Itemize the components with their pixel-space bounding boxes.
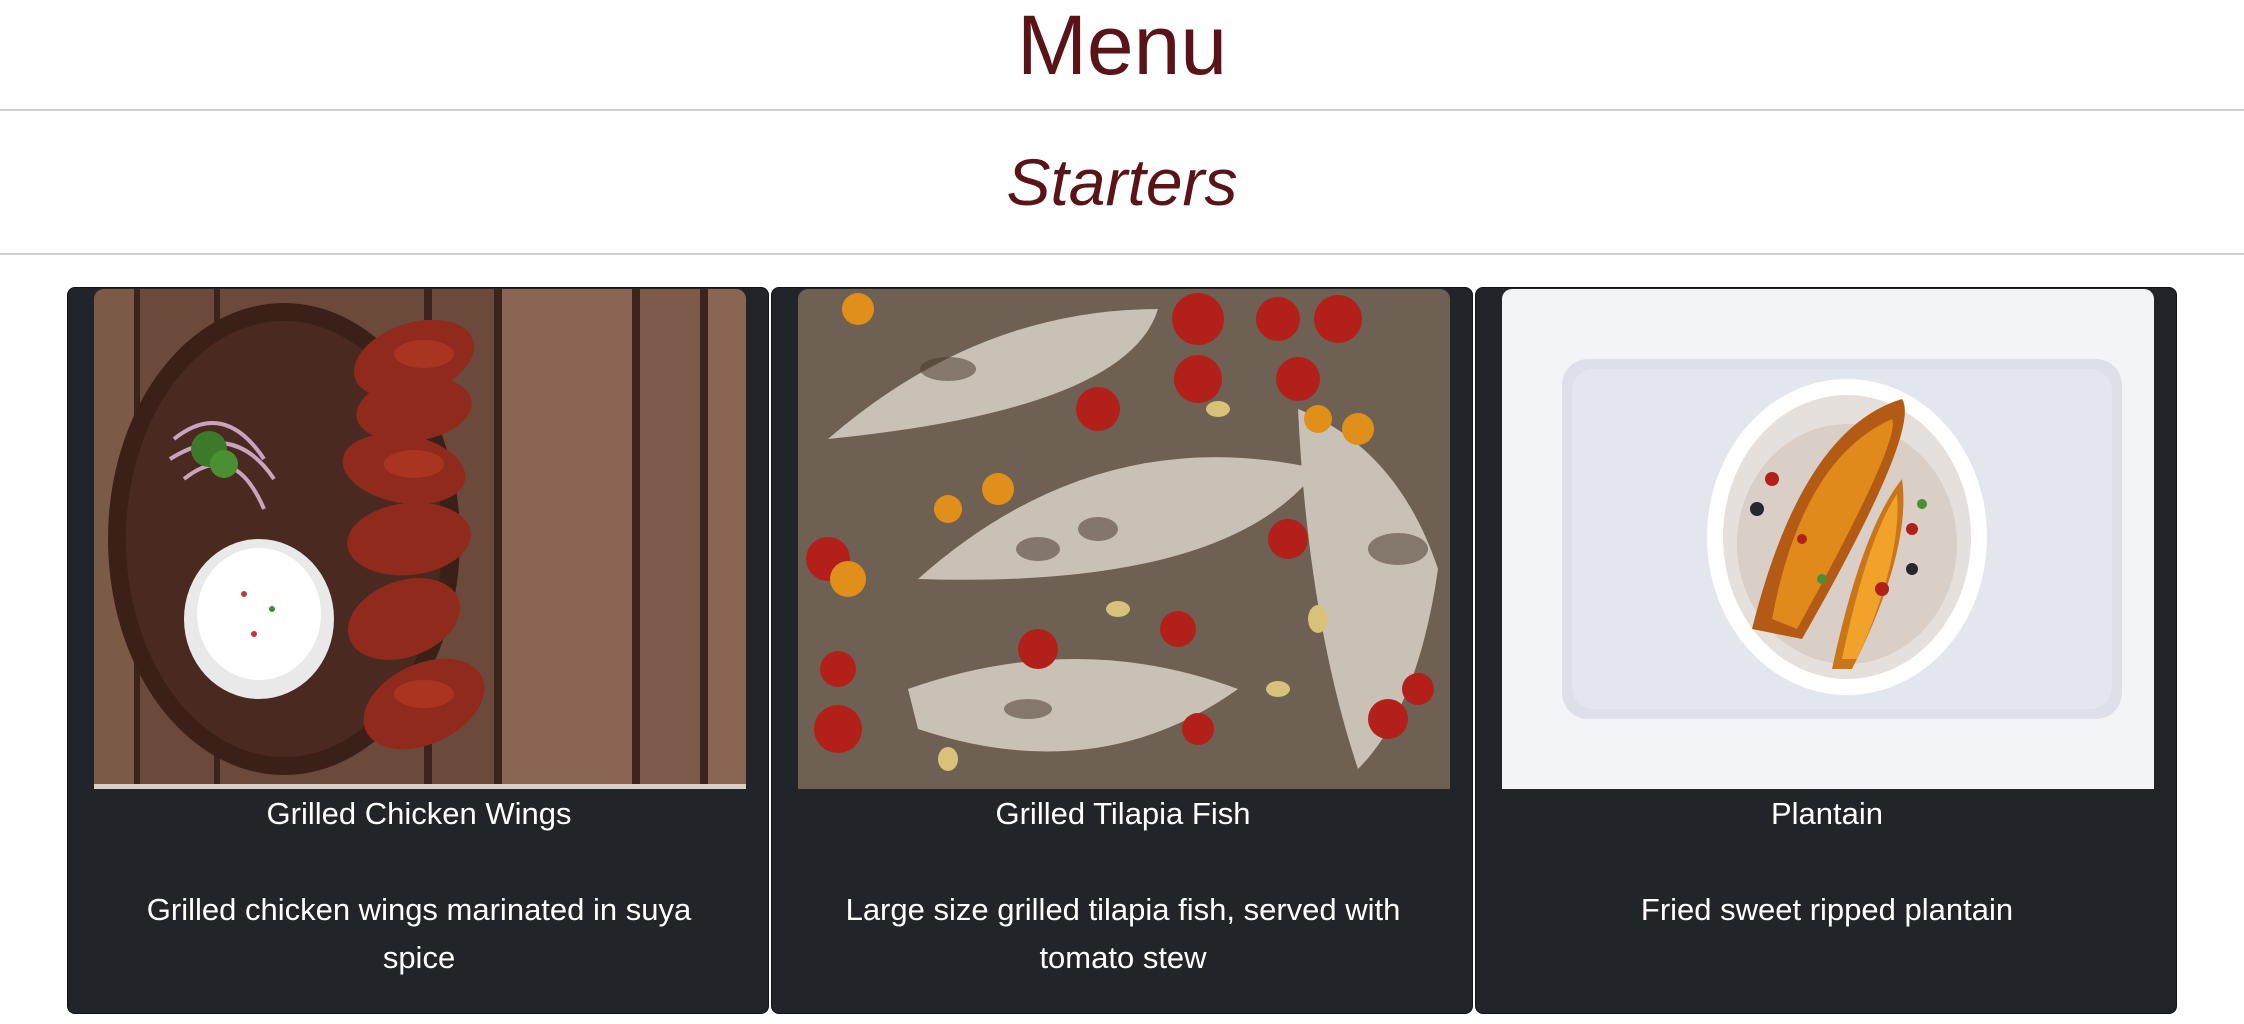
item-name: Grilled Tilapia Fish — [995, 796, 1251, 831]
item-description: Grilled chicken wings marinated in suya … — [146, 892, 692, 975]
chicken-wings-photo[interactable] — [94, 289, 746, 789]
item-description: Fried sweet ripped plantain — [1640, 892, 2014, 927]
divider — [0, 253, 2244, 255]
item-name: Grilled Chicken Wings — [266, 796, 572, 831]
menu-card-chicken-wings[interactable]: Grilled Chicken Wings Grilled chicken wi… — [67, 287, 769, 1014]
tilapia-fish-photo[interactable] — [798, 289, 1450, 789]
menu-card-plantain[interactable]: Plantain Fried sweet ripped plantain — [1475, 287, 2177, 1014]
plantain-photo[interactable] — [1502, 289, 2154, 789]
item-name: Plantain — [1770, 796, 1884, 831]
menu-cards: Grilled Chicken Wings Grilled chicken wi… — [67, 287, 2179, 1014]
section-title: Starters — [1006, 145, 1238, 219]
item-description: Large size grilled tilapia fish, served … — [845, 892, 1401, 975]
divider — [0, 109, 2244, 111]
menu-card-tilapia-fish[interactable]: Grilled Tilapia Fish Large size grilled … — [771, 287, 1473, 1014]
page-title: Menu — [1016, 0, 1228, 92]
